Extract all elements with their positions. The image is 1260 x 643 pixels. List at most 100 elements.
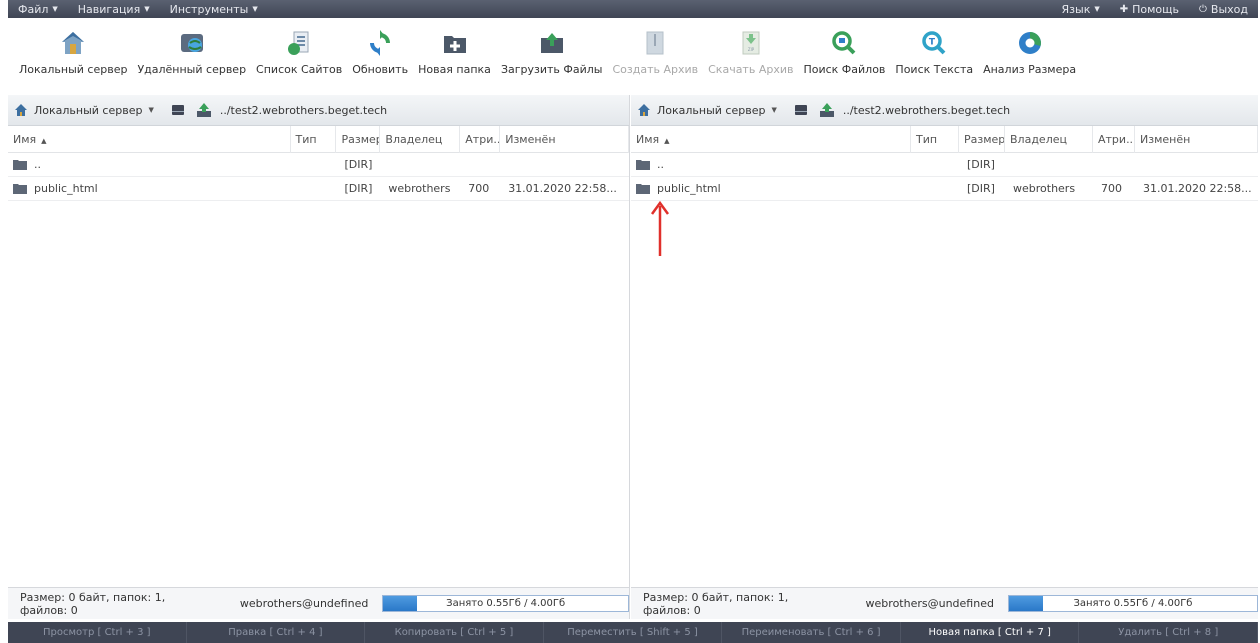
move-button[interactable]: Переместить [ Shift + 5 ]: [544, 622, 723, 643]
menu-tools[interactable]: Инструменты ▼: [160, 0, 268, 18]
col-modified[interactable]: Изменён: [500, 125, 630, 153]
lifebuoy-icon: ✚: [1119, 3, 1129, 15]
rename-button[interactable]: Переименовать [ Ctrl + 6 ]: [722, 622, 901, 643]
new-folder-label: Новая папка: [418, 63, 491, 76]
new-folder-button[interactable]: Новая папка: [413, 18, 496, 90]
col-type[interactable]: Тип: [291, 125, 337, 153]
create-archive-label: Создать Архив: [612, 63, 699, 76]
function-key-bar: Просмотр [ Ctrl + 3 ] Правка [ Ctrl + 4 …: [8, 622, 1259, 643]
upload-files-button[interactable]: Загрузить Файлы: [496, 18, 608, 90]
home-icon: [638, 104, 650, 116]
search-text-icon: T: [922, 31, 946, 55]
menu-help[interactable]: ✚ Помощь: [1110, 0, 1189, 18]
caret-down-icon: ▼: [252, 5, 258, 13]
right-path-bar: Локальный сервер ▼ ../test2.webrothers.b…: [631, 95, 1258, 126]
left-column-header: Имя ▲ Тип Размер Владелец Атри... Изменён: [8, 125, 630, 153]
col-size[interactable]: Размер: [336, 125, 381, 153]
menu-navigation[interactable]: Навигация ▼: [68, 0, 160, 18]
edit-button[interactable]: Правка [ Ctrl + 4 ]: [187, 622, 366, 643]
caret-down-icon: ▼: [144, 5, 150, 13]
menu-language[interactable]: Язык ▼: [1052, 0, 1110, 18]
view-button[interactable]: Просмотр [ Ctrl + 3 ]: [8, 622, 187, 643]
table-row[interactable]: public_html [DIR] webrothers 700 31.01.2…: [8, 177, 629, 201]
archive-icon: [646, 31, 664, 55]
table-row[interactable]: public_html [DIR] webrothers 700 31.01.2…: [631, 177, 1258, 201]
col-name-label: Имя: [636, 132, 660, 146]
row-attr: 700: [468, 182, 490, 195]
right-column-header: Имя ▲ Тип Размер Владелец Атри... Изменён: [631, 125, 1258, 153]
col-name-label: Имя: [13, 132, 37, 146]
menu-language-label: Язык: [1061, 2, 1091, 16]
right-status-text: Размер: 0 байт, папок: 1, файлов: 0: [643, 590, 789, 617]
up-folder-icon[interactable]: [196, 102, 212, 118]
local-server-button[interactable]: Локальный сервер: [14, 18, 132, 90]
col-attr[interactable]: Атри...: [460, 125, 501, 153]
col-name[interactable]: Имя ▲: [8, 125, 291, 153]
right-current-path: ../test2.webrothers.beget.tech: [842, 103, 1011, 117]
row-attr: 700: [1101, 182, 1122, 195]
drive-icon[interactable]: [793, 102, 809, 118]
size-analysis-button[interactable]: Анализ Размера: [978, 18, 1081, 90]
table-row[interactable]: .. [DIR]: [8, 153, 629, 177]
left-server-select[interactable]: Локальный сервер ▼: [14, 103, 160, 117]
refresh-label: Обновить: [352, 63, 409, 76]
remote-server-label: Удалённый сервер: [137, 63, 247, 76]
row-name: public_html: [34, 182, 98, 195]
download-archive-label: Скачать Архив: [708, 63, 794, 76]
row-size: [DIR]: [967, 158, 995, 171]
size-analysis-label: Анализ Размера: [983, 63, 1077, 76]
row-modified: 31.01.2020 22:58...: [508, 182, 617, 195]
search-text-button[interactable]: T Поиск Текста: [890, 18, 978, 90]
right-user-label: webrothers@undefined: [865, 597, 994, 610]
row-size: [DIR]: [344, 182, 373, 195]
row-name-cell: ..: [8, 158, 291, 171]
menu-bar: Файл ▼ Навигация ▼ Инструменты ▼ Язык ▼ ✚ Пом…: [8, 0, 1258, 18]
power-icon: ⏻: [1199, 3, 1207, 15]
row-modified: 31.01.2020 22:58...: [1143, 182, 1252, 195]
table-row[interactable]: .. [DIR]: [631, 153, 1258, 177]
col-name[interactable]: Имя ▲: [631, 125, 911, 153]
remote-server-icon: [180, 34, 203, 52]
menu-file[interactable]: Файл ▼: [8, 0, 68, 18]
row-owner: webrothers: [1013, 182, 1076, 195]
search-files-button[interactable]: Поиск Файлов: [798, 18, 890, 90]
menu-file-label: Файл: [18, 2, 49, 16]
home-icon: [62, 32, 85, 54]
new-folder-fn-button[interactable]: Новая папка [ Ctrl + 7 ]: [901, 622, 1080, 643]
col-modified[interactable]: Изменён: [1135, 125, 1258, 153]
right-panel: Локальный сервер ▼ ../test2.webrothers.b…: [631, 95, 1258, 619]
right-quota-text: Занято 0.55Гб / 4.00Гб: [1073, 598, 1193, 609]
create-archive-button[interactable]: Создать Архив: [607, 18, 703, 90]
download-archive-button[interactable]: ZIP Скачать Архив: [703, 18, 798, 90]
up-folder-icon[interactable]: [819, 102, 835, 118]
left-status-text: Размер: 0 байт, папок: 1, файлов: 0: [20, 590, 166, 617]
remote-server-button[interactable]: Удалённый сервер: [132, 18, 251, 90]
row-owner: webrothers: [388, 182, 451, 195]
col-attr[interactable]: Атри...: [1093, 125, 1135, 153]
search-files-icon: [832, 31, 856, 55]
left-quota-bar: Занято 0.55Гб / 4.00Гб: [382, 595, 629, 612]
copy-button[interactable]: Копировать [ Ctrl + 5 ]: [365, 622, 544, 643]
col-owner[interactable]: Владелец: [1005, 125, 1093, 153]
folder-icon: [636, 183, 650, 194]
refresh-button[interactable]: Обновить: [347, 18, 413, 90]
col-type[interactable]: Тип: [911, 125, 959, 153]
row-name: ..: [657, 158, 664, 171]
folder-icon: [13, 183, 27, 194]
col-owner[interactable]: Владелец: [380, 125, 461, 153]
row-size: [DIR]: [967, 182, 995, 195]
search-text-label: Поиск Текста: [895, 63, 974, 76]
search-files-label: Поиск Файлов: [803, 63, 886, 76]
drive-icon[interactable]: [170, 102, 186, 118]
svg-text:ZIP: ZIP: [748, 47, 755, 52]
toolbar: Локальный сервер Удалённый сервер Список…: [8, 18, 1258, 90]
menu-logout[interactable]: ⏻ Выход: [1189, 0, 1258, 18]
row-size: [DIR]: [344, 158, 373, 171]
col-size[interactable]: Размер: [959, 125, 1005, 153]
site-list-button[interactable]: Список Сайтов: [251, 18, 347, 90]
delete-button[interactable]: Удалить [ Ctrl + 8 ]: [1079, 622, 1259, 643]
site-list-label: Список Сайтов: [256, 63, 343, 76]
left-status-bar: Размер: 0 байт, папок: 1, файлов: 0 webr…: [8, 587, 630, 619]
right-server-select[interactable]: Локальный сервер ▼: [637, 103, 783, 117]
menu-help-label: Помощь: [1132, 2, 1179, 16]
